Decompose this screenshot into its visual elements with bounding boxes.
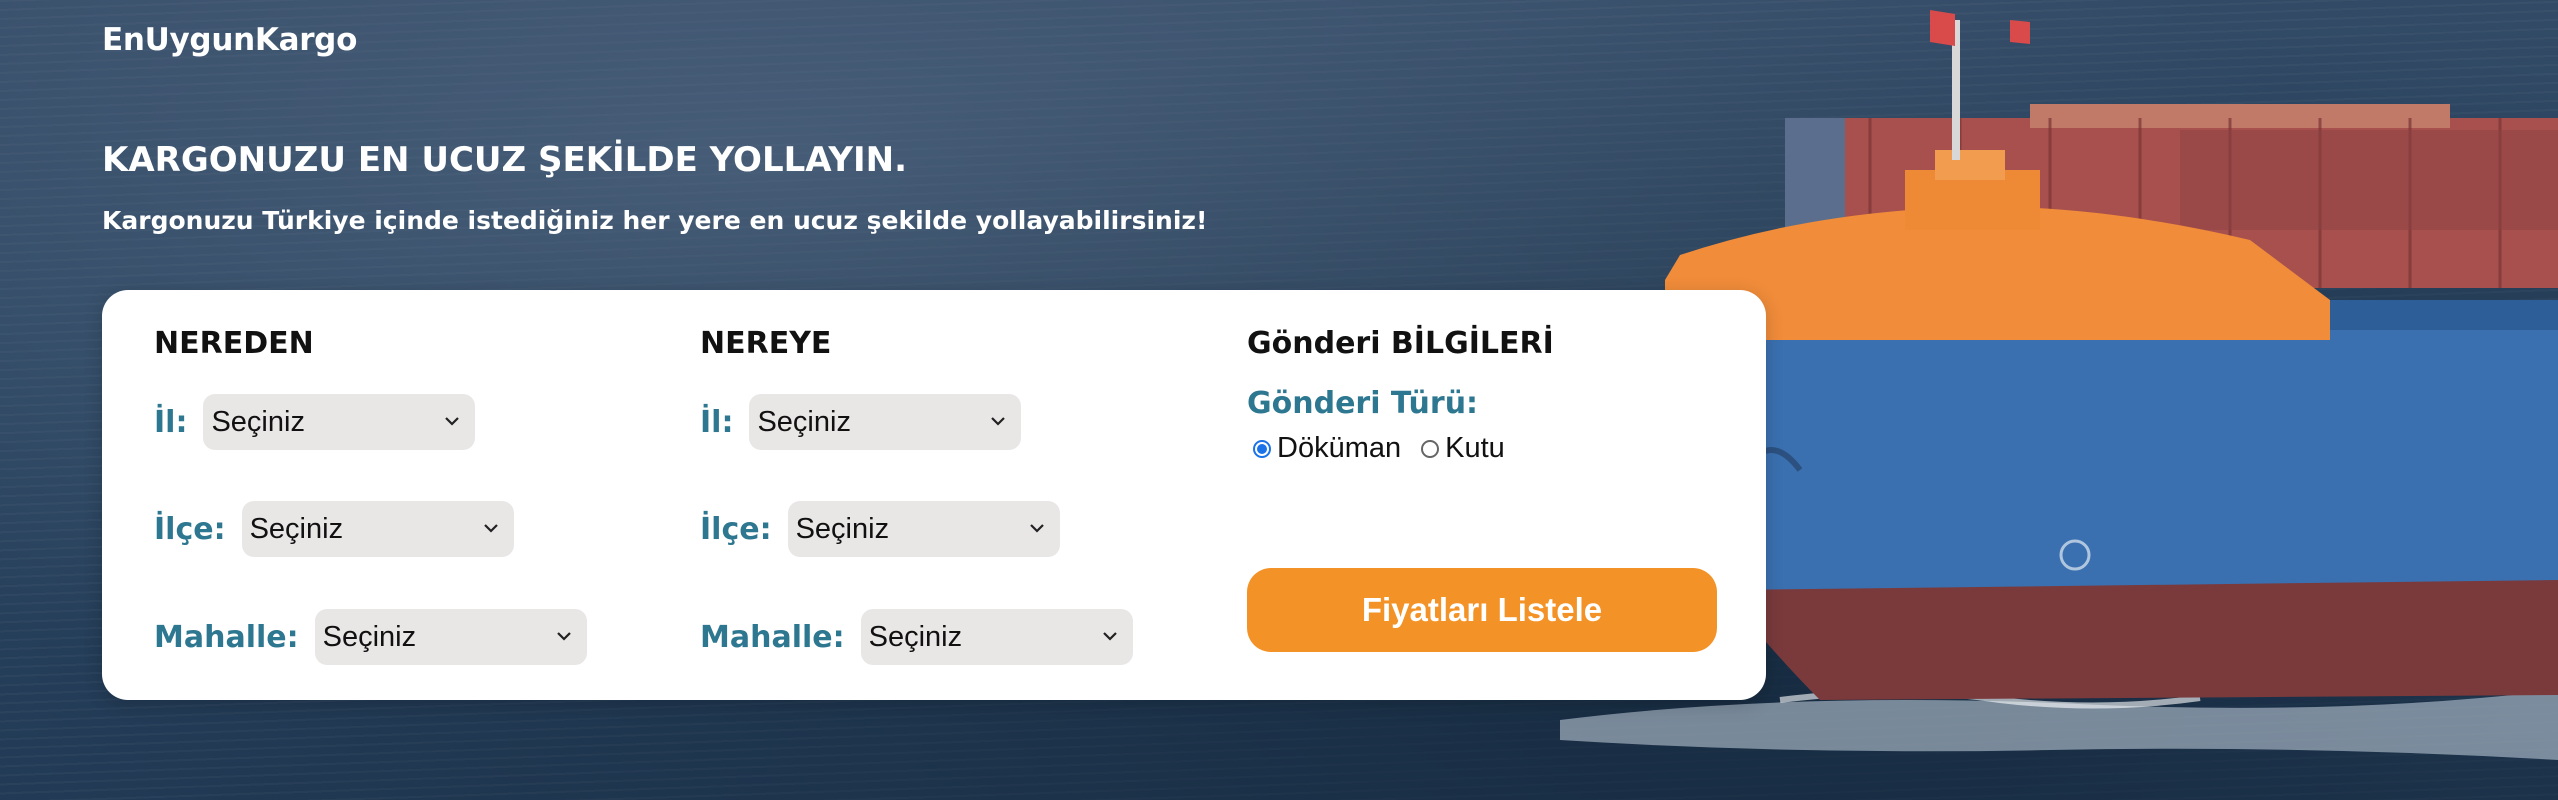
- origin-mahalle-row: Mahalle: Seçiniz: [154, 609, 587, 665]
- radio-document-label[interactable]: Döküman: [1277, 432, 1401, 465]
- chevron-down-icon: [445, 417, 460, 426]
- origin-ilce-label: İlçe:: [154, 511, 226, 547]
- chevron-down-icon: [991, 417, 1006, 426]
- radio-box[interactable]: [1421, 439, 1440, 458]
- origin-il-label: İl:: [154, 404, 188, 440]
- shipping-search-card: NEREDEN İl: Seçiniz İlçe: Seçiniz Mahall…: [102, 290, 1766, 700]
- chevron-down-icon: [556, 632, 571, 641]
- chevron-down-icon: [1029, 524, 1044, 533]
- chevron-down-icon: [1102, 632, 1117, 641]
- origin-title: NEREDEN: [154, 326, 314, 361]
- destination-il-row: İl: Seçiniz: [700, 394, 1022, 450]
- radio-box-label[interactable]: Kutu: [1445, 432, 1505, 465]
- origin-ilce-select[interactable]: Seçiniz: [241, 501, 514, 557]
- origin-mahalle-value: Seçiniz: [322, 620, 417, 653]
- list-prices-button[interactable]: Fiyatları Listele: [1247, 568, 1717, 652]
- destination-ilce-value: Seçiniz: [795, 512, 890, 545]
- destination-ilce-label: İlçe:: [700, 511, 772, 547]
- shipment-info-title: Gönderi BİLGİLERİ: [1247, 326, 1554, 361]
- origin-il-select[interactable]: Seçiniz: [203, 394, 476, 450]
- destination-mahalle-value: Seçiniz: [868, 620, 963, 653]
- shipment-type-radio-group: Döküman Kutu: [1253, 432, 1525, 465]
- hero-headline: KARGONUZU EN UCUZ ŞEKİLDE YOLLAYIN.: [102, 140, 907, 180]
- destination-mahalle-row: Mahalle: Seçiniz: [700, 609, 1133, 665]
- destination-ilce-select[interactable]: Seçiniz: [787, 501, 1060, 557]
- origin-ilce-row: İlçe: Seçiniz: [154, 501, 514, 557]
- chevron-down-icon: [483, 524, 498, 533]
- shipment-type-label: Gönderi Türü:: [1247, 386, 1479, 421]
- destination-mahalle-label: Mahalle:: [700, 619, 845, 655]
- origin-il-value: Seçiniz: [211, 405, 305, 438]
- origin-mahalle-label: Mahalle:: [154, 619, 299, 655]
- shipment-info-column: Gönderi BİLGİLERİ Gönderi Türü: Döküman …: [1247, 290, 1717, 700]
- destination-il-value: Seçiniz: [757, 405, 851, 438]
- destination-il-select[interactable]: Seçiniz: [749, 394, 1022, 450]
- origin-mahalle-select[interactable]: Seçiniz: [314, 609, 587, 665]
- destination-il-label: İl:: [700, 404, 734, 440]
- radio-option-box[interactable]: Kutu: [1421, 432, 1505, 465]
- destination-ilce-row: İlçe: Seçiniz: [700, 501, 1060, 557]
- radio-document[interactable]: [1253, 439, 1271, 458]
- radio-option-document[interactable]: Döküman: [1253, 432, 1401, 465]
- origin-ilce-value: Seçiniz: [249, 512, 344, 545]
- brand-logo-text[interactable]: EnUygunKargo: [102, 22, 357, 58]
- destination-mahalle-select[interactable]: Seçiniz: [860, 609, 1133, 665]
- origin-il-row: İl: Seçiniz: [154, 394, 476, 450]
- hero-subline: Kargonuzu Türkiye içinde istediğiniz her…: [102, 206, 1208, 235]
- destination-title: NEREYE: [700, 326, 832, 361]
